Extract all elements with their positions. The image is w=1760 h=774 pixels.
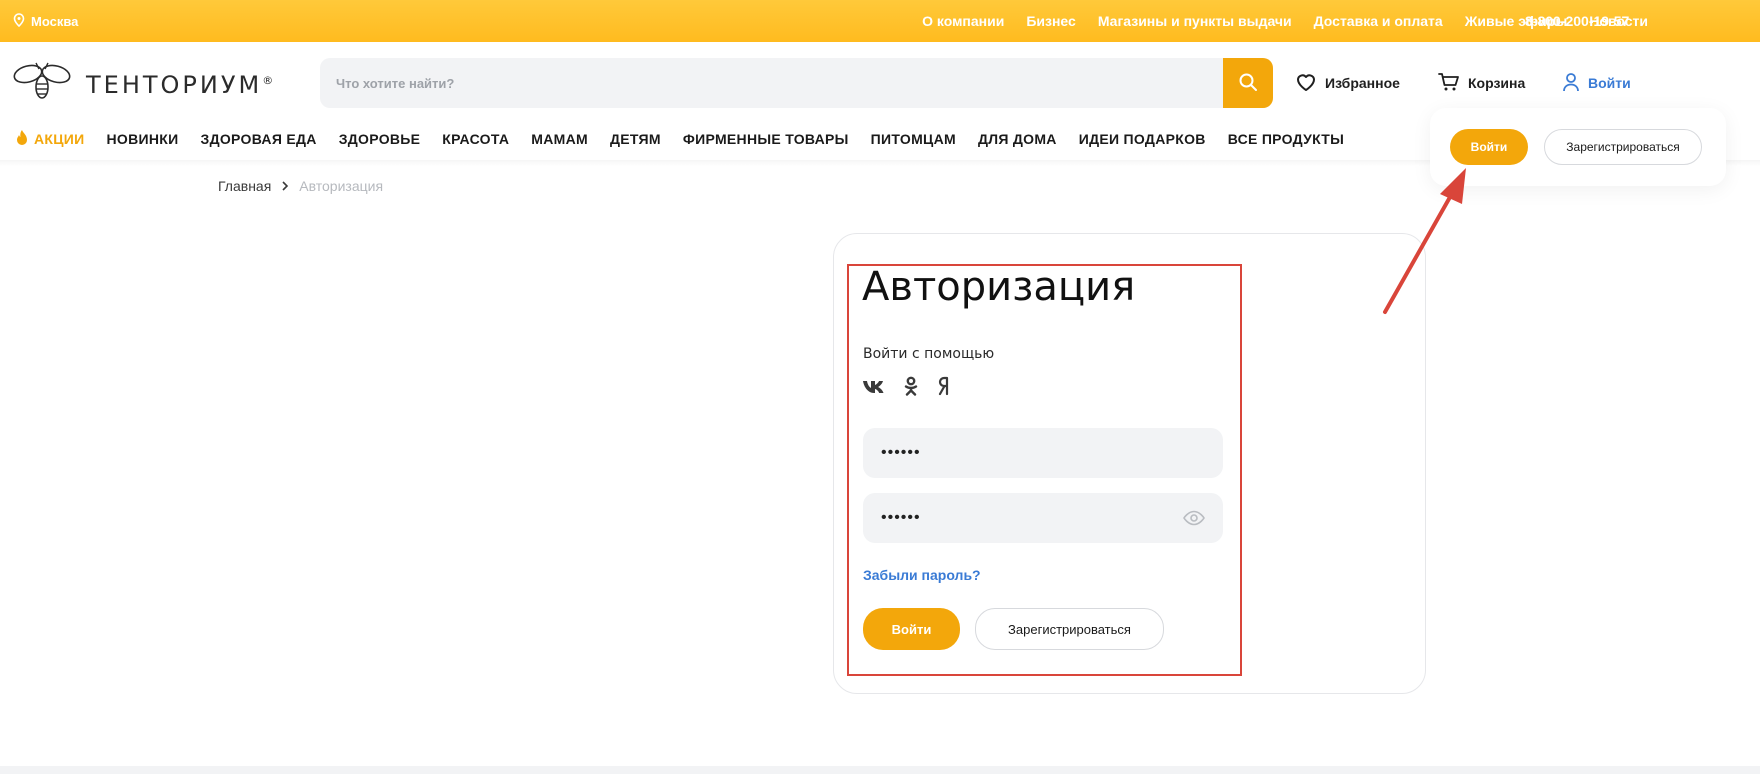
password-input[interactable] — [881, 493, 1181, 543]
top-bar: Москва О компании Бизнес Магазины и пунк… — [0, 0, 1760, 42]
logo-text: ТЕНТОРИУМ® — [86, 70, 274, 99]
cart-link[interactable]: Корзина — [1438, 70, 1525, 96]
search-button[interactable] — [1223, 58, 1273, 108]
yandex-icon[interactable] — [936, 376, 952, 402]
login-input[interactable] — [881, 428, 1181, 478]
top-link-business[interactable]: Бизнес — [1026, 13, 1075, 29]
social-login-buttons — [862, 376, 952, 402]
annotation-arrow — [1383, 168, 1466, 314]
search-input[interactable] — [336, 58, 1216, 108]
nav-item-promo[interactable]: АКЦИИ — [14, 129, 85, 150]
nav-item-health[interactable]: ЗДОРОВЬЕ — [339, 131, 421, 147]
top-link-stores[interactable]: Магазины и пункты выдачи — [1098, 13, 1292, 29]
page-title: Авторизация — [862, 264, 1136, 310]
nav-item-beauty[interactable]: КРАСОТА — [442, 131, 509, 147]
footer-strip — [0, 766, 1760, 774]
favorites-label: Избранное — [1325, 75, 1400, 91]
logo[interactable]: ТЕНТОРИУМ® — [12, 60, 273, 109]
nav-item-new[interactable]: НОВИНКИ — [107, 131, 179, 147]
fire-icon — [14, 129, 30, 150]
social-login-label: Войти с помощью — [863, 346, 995, 362]
nav-item-moms[interactable]: МАМАМ — [531, 131, 588, 147]
top-link-delivery[interactable]: Доставка и оплата — [1314, 13, 1443, 29]
eye-icon[interactable] — [1183, 508, 1205, 533]
vk-icon[interactable] — [862, 378, 886, 401]
login-field — [863, 428, 1223, 478]
nav-item-all-products[interactable]: ВСЕ ПРОДУКТЫ — [1228, 131, 1344, 147]
nav-item-healthy-food[interactable]: ЗДОРОВАЯ ЕДА — [201, 131, 317, 147]
password-field — [863, 493, 1223, 543]
register-button[interactable]: Зарегистрироваться — [975, 608, 1164, 650]
search-icon — [1238, 72, 1258, 95]
nav-item-home[interactable]: ДЛЯ ДОМА — [978, 131, 1057, 147]
breadcrumb: Главная Авторизация — [218, 178, 383, 194]
city-label: Москва — [31, 13, 79, 29]
popup-register-button[interactable]: Зарегистрироваться — [1544, 129, 1702, 165]
forgot-password-link[interactable]: Забыли пароль? — [863, 567, 981, 583]
bee-logo-icon — [12, 60, 72, 109]
phone-number[interactable]: 8-800-200-19-57 — [1525, 0, 1629, 42]
nav-item-kids[interactable]: ДЕТЯМ — [610, 131, 661, 147]
user-icon — [1562, 72, 1580, 95]
cart-label: Корзина — [1468, 75, 1526, 91]
main-nav: АКЦИИ НОВИНКИ ЗДОРОВАЯ ЕДА ЗДОРОВЬЕ КРАС… — [14, 126, 1344, 152]
nav-item-gifts[interactable]: ИДЕИ ПОДАРКОВ — [1079, 131, 1206, 147]
heart-icon — [1295, 72, 1317, 95]
login-button[interactable]: Войти — [863, 608, 960, 650]
ok-icon[interactable] — [904, 376, 918, 402]
location-pin-icon — [13, 12, 25, 30]
favorites-link[interactable]: Избранное — [1295, 70, 1400, 96]
login-link[interactable]: Войти — [1562, 70, 1631, 96]
nav-item-pets[interactable]: ПИТОМЦАМ — [871, 131, 956, 147]
login-label: Войти — [1588, 75, 1631, 91]
chevron-right-icon — [281, 178, 289, 194]
nav-item-brand[interactable]: ФИРМЕННЫЕ ТОВАРЫ — [683, 131, 849, 147]
breadcrumb-home[interactable]: Главная — [218, 178, 271, 194]
search-bar — [320, 58, 1273, 108]
top-link-about[interactable]: О компании — [922, 13, 1004, 29]
cart-icon — [1438, 72, 1460, 95]
city-selector[interactable]: Москва — [13, 0, 78, 42]
breadcrumb-current: Авторизация — [299, 178, 384, 194]
